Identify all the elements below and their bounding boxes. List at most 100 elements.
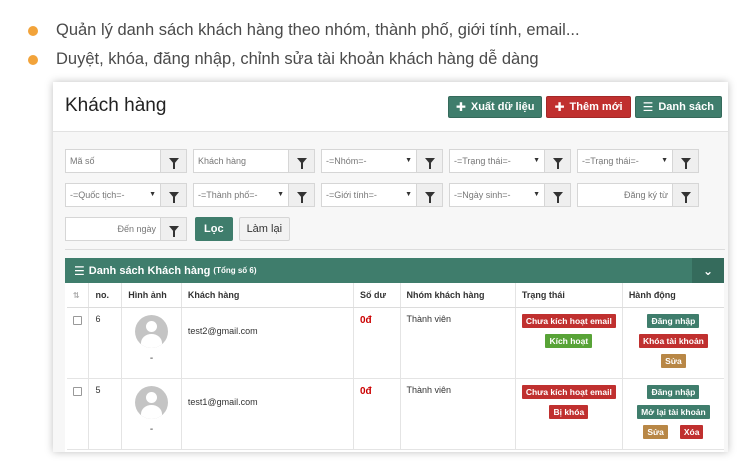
to-date-input[interactable]: Đến ngày bbox=[65, 217, 161, 241]
balance-value: 0đ bbox=[359, 314, 372, 326]
export-button[interactable]: ✚ Xuất dữ liệu bbox=[447, 96, 543, 118]
status-select[interactable]: -=Trạng thái=- ▼ bbox=[577, 149, 673, 173]
status-cell: Chưa kích hoạt email Kích hoạt bbox=[515, 307, 623, 379]
customer-table: ⇅ no. Hình ảnh Khách hàng Số dư Nhóm khá… bbox=[67, 283, 724, 450]
filter-icon[interactable] bbox=[417, 149, 443, 173]
login-button[interactable]: Đăng nhập bbox=[647, 384, 700, 399]
list-icon: ☰ bbox=[74, 263, 85, 278]
row-number: 5 bbox=[88, 378, 123, 450]
gender-select[interactable]: -=Giới tính=- ▼ bbox=[321, 183, 417, 207]
filter-icon[interactable] bbox=[289, 183, 315, 207]
caret-down-icon: ▼ bbox=[149, 191, 156, 198]
balance-value: 0đ bbox=[359, 385, 372, 397]
customer-email[interactable]: test2@gmail.com bbox=[188, 326, 347, 336]
login-button[interactable]: Đăng nhập bbox=[647, 313, 700, 328]
page-title: Khách hàng bbox=[65, 95, 167, 116]
filter-icon[interactable] bbox=[673, 183, 699, 207]
feature-list: Quản lý danh sách khách hàng theo nhóm, … bbox=[28, 16, 580, 74]
edit-button[interactable]: Sửa bbox=[643, 424, 668, 439]
filter-icon[interactable] bbox=[161, 217, 187, 241]
status-cell: Chưa kích hoạt email Bị khóa bbox=[515, 378, 623, 450]
status-select-value: -=Trạng thái=- bbox=[582, 156, 639, 166]
edit-button[interactable]: Sửa bbox=[661, 353, 686, 368]
bullet-dot-icon bbox=[28, 25, 38, 36]
list-button[interactable]: ☰ Danh sách bbox=[634, 96, 722, 118]
plus-icon: ✚ bbox=[554, 100, 565, 114]
email-unverified-badge[interactable]: Chưa kích hoạt email bbox=[521, 384, 616, 399]
row-checkbox-cell bbox=[67, 307, 90, 379]
activated-badge[interactable]: Kích hoạt bbox=[545, 333, 593, 348]
balance-cell: 0đ bbox=[353, 307, 401, 379]
column-header: Số dư bbox=[353, 283, 401, 308]
column-header: Nhóm khách hàng bbox=[400, 283, 516, 308]
register-from-input[interactable]: Đăng ký từ bbox=[577, 183, 673, 207]
row-checkbox[interactable] bbox=[73, 315, 82, 325]
locked-badge[interactable]: Bị khóa bbox=[549, 404, 589, 419]
table-row: 5 - test1@gmail.com 0đ Thành viên Chưa k… bbox=[67, 378, 724, 450]
filter-icon[interactable] bbox=[545, 149, 571, 173]
table-header-row: ⇅ no. Hình ảnh Khách hàng Số dư Nhóm khá… bbox=[67, 283, 724, 308]
group-select[interactable]: -=Nhóm=- ▼ bbox=[321, 149, 417, 173]
sort-icon: ⇅ bbox=[73, 290, 80, 300]
add-new-label: Thêm mới bbox=[569, 101, 623, 113]
avatar-caption: - bbox=[149, 352, 154, 364]
column-header: Trạng thái bbox=[515, 283, 623, 308]
filter-icon[interactable] bbox=[161, 183, 187, 207]
filter-button[interactable]: Lọc bbox=[195, 217, 233, 241]
delete-button[interactable]: Xóa bbox=[679, 424, 704, 439]
column-header: Hình ảnh bbox=[121, 283, 182, 308]
country-select[interactable]: -=Quốc tịch=- ▼ bbox=[65, 183, 161, 207]
feature-text: Quản lý danh sách khách hàng theo nhóm, … bbox=[56, 21, 580, 39]
caret-down-icon: ▼ bbox=[533, 157, 540, 164]
feature-item: Duyệt, khóa, đăng nhập, chỉnh sửa tài kh… bbox=[28, 45, 580, 74]
group-cell: Thành viên bbox=[400, 307, 516, 379]
divider bbox=[65, 249, 725, 250]
status-select[interactable]: -=Trạng thái=- ▼ bbox=[449, 149, 545, 173]
actions-cell: Đăng nhập Mở lại tài khoản Sửa Xóa bbox=[622, 378, 724, 450]
lock-account-button[interactable]: Khóa tài khoản bbox=[638, 333, 708, 348]
city-select-value: -=Thành phố=- bbox=[198, 190, 258, 200]
filter-icon[interactable] bbox=[161, 149, 187, 173]
customer-cell: test2@gmail.com bbox=[181, 307, 354, 379]
sort-column[interactable]: ⇅ bbox=[67, 283, 90, 308]
app-screenshot: Khách hàng ✚ Xuất dữ liệu ✚ Thêm mới ☰ D… bbox=[53, 82, 728, 452]
header-actions: ✚ Xuất dữ liệu ✚ Thêm mới ☰ Danh sách bbox=[447, 96, 722, 118]
export-label: Xuất dữ liệu bbox=[470, 101, 535, 113]
reset-button[interactable]: Làm lại bbox=[238, 217, 291, 241]
table-row: 6 - test2@gmail.com 0đ Thành viên Chưa k… bbox=[67, 307, 724, 379]
feature-text: Duyệt, khóa, đăng nhập, chỉnh sửa tài kh… bbox=[56, 50, 539, 68]
add-new-button[interactable]: ✚ Thêm mới bbox=[546, 96, 631, 118]
filter-icon[interactable] bbox=[673, 149, 699, 173]
row-number: 6 bbox=[88, 307, 123, 379]
city-select[interactable]: -=Thành phố=- ▼ bbox=[193, 183, 289, 207]
panel-title: Danh sách Khách hàng bbox=[88, 264, 211, 277]
country-select-value: -=Quốc tịch=- bbox=[70, 190, 125, 200]
caret-down-icon: ▼ bbox=[277, 191, 284, 198]
code-input[interactable]: Mã số bbox=[65, 149, 161, 173]
panel-count: (Tổng số 6) bbox=[213, 266, 257, 275]
birthday-select[interactable]: -=Ngày sinh=- ▼ bbox=[449, 183, 545, 207]
customer-input[interactable]: Khách hàng bbox=[193, 149, 289, 173]
filter-form: Mã số Khách hàng -=Nhóm=- ▼ -=Trạng thái=… bbox=[65, 149, 725, 251]
row-checkbox[interactable] bbox=[73, 386, 82, 396]
status-select-value: -=Trạng thái=- bbox=[454, 156, 511, 166]
feature-item: Quản lý danh sách khách hàng theo nhóm, … bbox=[28, 16, 580, 45]
email-unverified-badge[interactable]: Chưa kích hoạt email bbox=[521, 313, 616, 328]
birthday-select-value: -=Ngày sinh=- bbox=[454, 190, 511, 200]
customer-email[interactable]: test1@gmail.com bbox=[188, 397, 347, 407]
column-header: no. bbox=[88, 283, 123, 308]
column-header: Khách hàng bbox=[181, 283, 354, 308]
panel-header: ☰ Danh sách Khách hàng (Tổng số 6) ⌄ bbox=[65, 258, 724, 283]
filter-icon[interactable] bbox=[417, 183, 443, 207]
avatar bbox=[135, 385, 169, 419]
customer-cell: test1@gmail.com bbox=[181, 378, 354, 450]
caret-down-icon: ▼ bbox=[405, 191, 412, 198]
caret-down-icon: ▼ bbox=[405, 157, 412, 164]
chevron-down-icon[interactable]: ⌄ bbox=[692, 258, 724, 283]
bullet-dot-icon bbox=[28, 54, 38, 65]
filter-icon[interactable] bbox=[289, 149, 315, 173]
filter-icon[interactable] bbox=[545, 183, 571, 207]
group-select-value: -=Nhóm=- bbox=[326, 156, 367, 166]
page-header: Khách hàng ✚ Xuất dữ liệu ✚ Thêm mới ☰ D… bbox=[53, 82, 728, 132]
unlock-account-button[interactable]: Mở lại tài khoản bbox=[637, 404, 710, 419]
